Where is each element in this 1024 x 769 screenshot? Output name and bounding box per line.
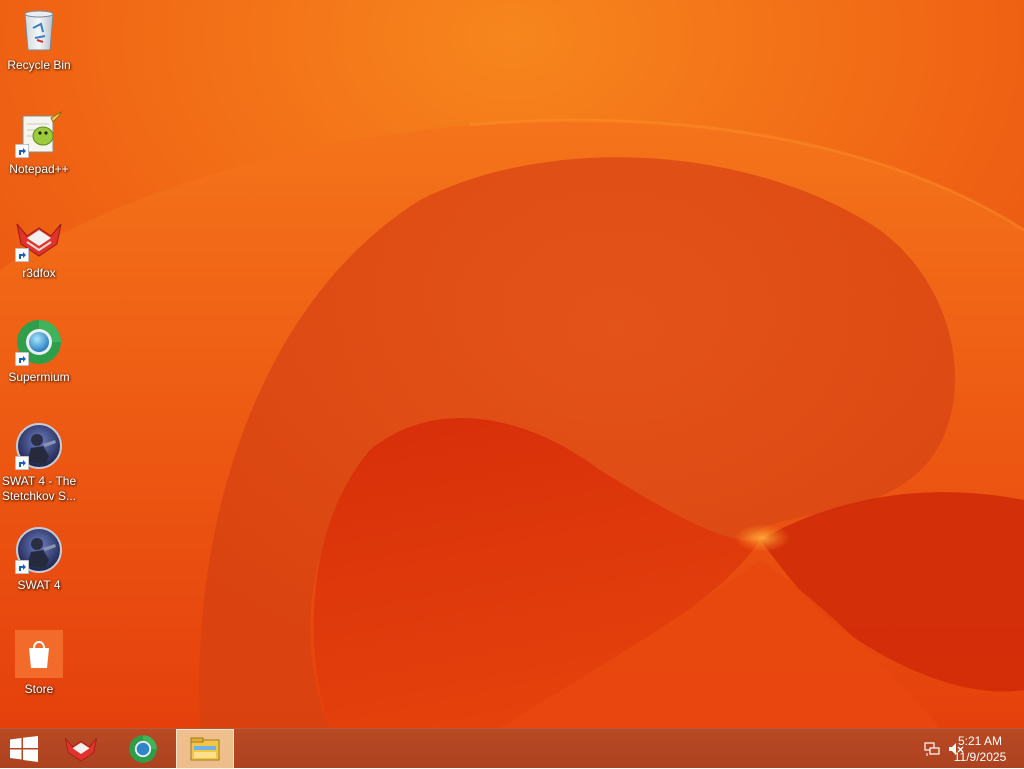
swat4-icon	[15, 526, 63, 574]
clock[interactable]: 5:21 AM 11/9/2025	[950, 733, 1010, 765]
desktop-icon-label: SWAT 4	[17, 578, 61, 592]
taskbar: 5:21 AM 11/9/2025	[0, 728, 1024, 769]
shortcut-arrow-icon	[15, 352, 29, 366]
system-tray: 5:21 AM 11/9/2025	[884, 729, 1024, 769]
file-explorer-icon	[190, 737, 220, 761]
shortcut-arrow-icon	[15, 144, 29, 158]
store-icon	[15, 630, 63, 678]
swat4-icon	[15, 422, 63, 470]
recycle-bin-icon	[15, 6, 63, 54]
clock-time: 5:21 AM	[957, 734, 1003, 748]
desktop-icon-supermium[interactable]: Supermium	[0, 318, 78, 385]
network-icon[interactable]	[924, 741, 940, 757]
desktop-icon-label: Store	[24, 682, 54, 696]
taskbar-r3dfox-button[interactable]	[54, 729, 108, 769]
r3dfox-icon	[65, 738, 97, 762]
taskbar-file-explorer-button[interactable]	[176, 729, 234, 769]
desktop-icon-swat4-stetchkov[interactable]: SWAT 4 - The Stetchkov S...	[0, 422, 78, 504]
desktop-icon-notepad-plus-plus[interactable]: Notepad++	[0, 110, 78, 177]
desktop-icon-label: SWAT 4 - The Stetchkov S...	[1, 474, 77, 503]
shortcut-arrow-icon	[15, 456, 29, 470]
desktop-icon-label: r3dfox	[22, 266, 56, 280]
desktop-icon-r3dfox[interactable]: r3dfox	[0, 214, 78, 281]
clock-date: 11/9/2025	[953, 750, 1007, 764]
start-button[interactable]	[0, 729, 48, 769]
windows-logo-icon	[10, 736, 38, 762]
desktop-icon-label: Recycle Bin	[7, 58, 71, 72]
desktop-icon-label: Supermium	[8, 370, 70, 384]
supermium-icon	[15, 318, 63, 366]
desktop-icon-recycle-bin[interactable]: Recycle Bin	[0, 6, 78, 73]
wallpaper	[0, 0, 1024, 728]
shortcut-arrow-icon	[15, 560, 29, 574]
shortcut-arrow-icon	[15, 248, 29, 262]
supermium-icon	[129, 735, 157, 763]
desktop-icon-label: Notepad++	[9, 162, 69, 176]
r3dfox-icon	[15, 214, 63, 262]
desktop[interactable]: Recycle Bin Notepad++ r3dfox Supermium S…	[0, 0, 1024, 728]
taskbar-supermium-button[interactable]	[116, 729, 170, 769]
notepad-plus-plus-icon	[15, 110, 63, 158]
desktop-icon-store[interactable]: Store	[0, 630, 78, 697]
desktop-icon-swat4[interactable]: SWAT 4	[0, 526, 78, 593]
